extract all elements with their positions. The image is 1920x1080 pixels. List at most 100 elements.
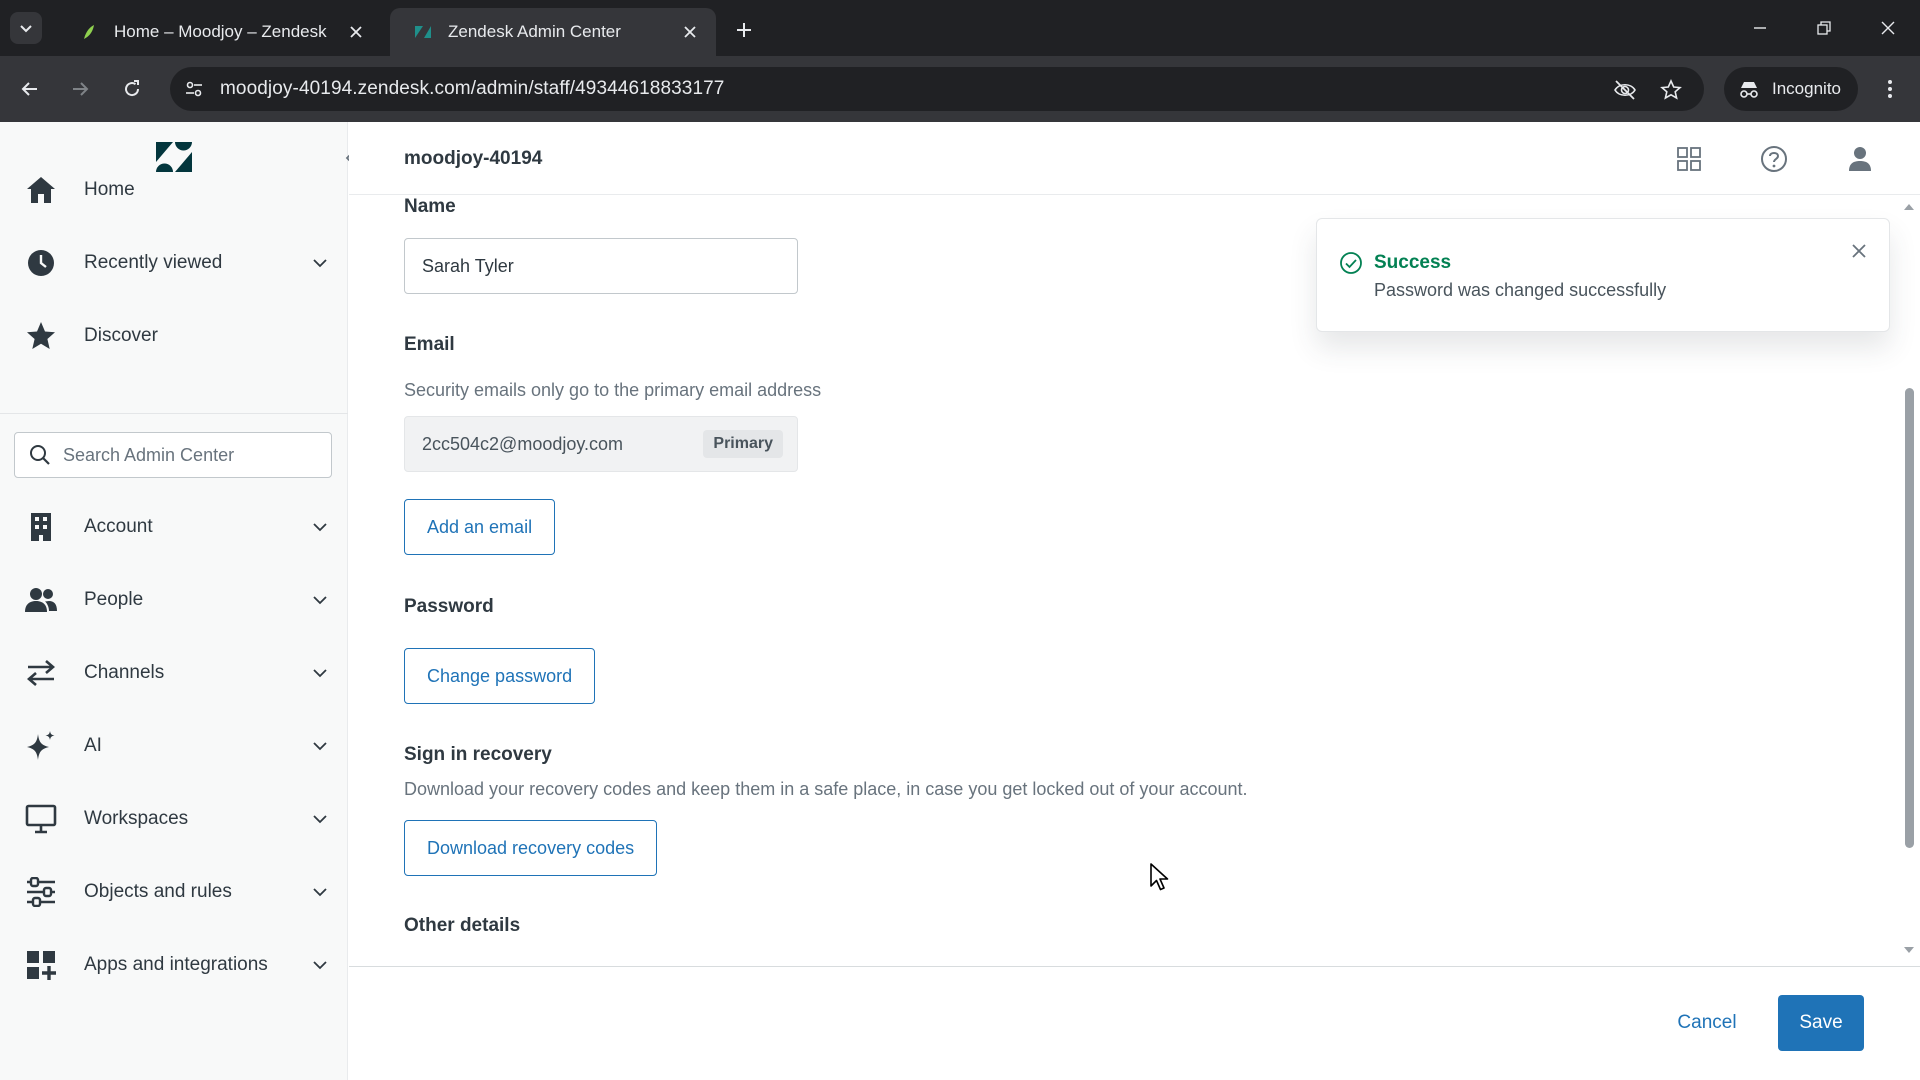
reload-icon <box>125 80 140 97</box>
incognito-label: Incognito <box>1772 79 1841 98</box>
sidebar-item-apps-and-integrations[interactable]: Apps and integrations <box>0 937 348 993</box>
tab-zendesk-admin-center[interactable]: Zendesk Admin Center <box>390 8 716 56</box>
objects-rules-icon <box>24 875 58 909</box>
change-password-button[interactable]: Change password <box>404 648 596 704</box>
chevron-down-icon <box>310 517 330 537</box>
reload-button[interactable] <box>116 73 148 105</box>
sidebar-item-label: People <box>84 589 144 610</box>
tab-home-moodjoy[interactable]: Home – Moodjoy – Zendesk <box>56 8 382 56</box>
search-icon <box>30 445 50 465</box>
close-icon[interactable] <box>680 22 700 42</box>
admin-search-field[interactable] <box>14 432 332 478</box>
notification-title: Success <box>1374 252 1452 273</box>
notification-message: Password was changed successfully <box>1374 280 1667 300</box>
primary-email-field: 2cc504c2@moodjoy.com Primary <box>404 416 798 472</box>
channels-icon <box>24 656 58 690</box>
form-footer: Cancel Save <box>349 966 1920 1080</box>
browser-menu-button[interactable] <box>1874 73 1906 105</box>
eye-slash-icon[interactable] <box>1612 77 1638 103</box>
scroll-down-icon[interactable] <box>1903 944 1915 956</box>
close-icon[interactable] <box>346 22 366 42</box>
sidebar-item-label: Workspaces <box>84 808 189 829</box>
help-icon <box>1761 146 1787 172</box>
download-recovery-codes-button[interactable]: Download recovery codes <box>404 820 658 876</box>
sidebar-item-label: Discover <box>84 325 158 346</box>
restore-icon <box>1817 21 1831 35</box>
cancel-button[interactable]: Cancel <box>1665 995 1749 1051</box>
building-icon <box>24 510 58 544</box>
more-vertical-icon <box>1888 80 1892 98</box>
window-close-button[interactable] <box>1868 12 1908 44</box>
arrow-left-icon <box>21 82 37 96</box>
email-label: Email <box>404 334 455 355</box>
minimize-icon <box>1754 27 1766 29</box>
chevron-down-icon <box>310 590 330 610</box>
forward-button[interactable] <box>64 73 96 105</box>
sidebar-item-recently-viewed[interactable]: Recently viewed <box>0 235 348 291</box>
plus-icon <box>737 23 751 37</box>
restore-button[interactable] <box>1804 12 1844 44</box>
bookmark-star-icon[interactable] <box>1658 77 1684 103</box>
search-input[interactable] <box>63 444 313 466</box>
product-tray-button[interactable] <box>1674 144 1704 174</box>
sign-in-recovery-label: Sign in recovery <box>404 744 552 765</box>
recovery-hint: Download your recovery codes and keep th… <box>404 779 1248 799</box>
add-email-button[interactable]: Add an email <box>404 499 556 555</box>
sidebar-item-ai[interactable]: AI <box>0 718 348 774</box>
account-subdomain: moodjoy-40194 <box>404 148 543 169</box>
chevron-down-icon <box>310 882 330 902</box>
chevron-down-icon <box>310 663 330 683</box>
check-circle-icon <box>1340 252 1362 274</box>
star-icon <box>24 319 58 353</box>
home-icon <box>24 173 58 207</box>
arrow-right-icon <box>73 82 89 96</box>
name-label: Name <box>404 196 456 217</box>
sidebar-item-workspaces[interactable]: Workspaces <box>0 791 348 847</box>
sidebar-item-label: AI <box>84 735 102 756</box>
address-bar[interactable]: moodjoy-40194.zendesk.com/admin/staff/49… <box>170 67 1704 111</box>
sidebar-item-label: Apps and integrations <box>84 954 268 975</box>
sidebar-item-channels[interactable]: Channels <box>0 645 348 701</box>
grid-icon <box>1677 147 1701 171</box>
site-settings-icon[interactable] <box>182 77 206 101</box>
tab-search-button[interactable] <box>10 12 42 44</box>
incognito-indicator[interactable]: Incognito <box>1724 67 1858 111</box>
chevron-down-icon <box>310 955 330 975</box>
admin-sidebar: Home Recently viewed Discover Account Pe… <box>0 122 354 1080</box>
main-scrollbar[interactable] <box>1898 196 1920 966</box>
user-icon <box>1849 147 1871 171</box>
scroll-up-icon[interactable] <box>1903 200 1915 212</box>
browser-tab-bar: Home – Moodjoy – Zendesk Zendesk Admin C… <box>0 0 1920 56</box>
chevron-down-icon <box>310 253 330 273</box>
name-field[interactable] <box>404 238 798 294</box>
user-profile-button[interactable] <box>1845 144 1875 174</box>
chevron-down-icon <box>310 736 330 756</box>
sidebar-item-account[interactable]: Account <box>0 499 348 555</box>
close-icon <box>1852 244 1866 258</box>
password-label: Password <box>404 596 494 617</box>
new-tab-button[interactable] <box>730 16 758 44</box>
sidebar-item-label: Objects and rules <box>84 881 232 902</box>
scrollbar-thumb[interactable] <box>1905 388 1914 848</box>
sidebar-divider <box>0 413 348 414</box>
email-value: 2cc504c2@moodjoy.com <box>422 433 624 454</box>
minimize-button[interactable] <box>1740 12 1780 44</box>
email-hint: Security emails only go to the primary e… <box>404 380 822 400</box>
close-notification-button[interactable] <box>1847 239 1871 263</box>
sidebar-item-label: Account <box>84 516 153 537</box>
sidebar-item-objects-and-rules[interactable]: Objects and rules <box>0 864 348 920</box>
sidebar-item-label: Channels <box>84 662 165 683</box>
sparkle-icon <box>24 729 58 763</box>
sidebar-item-people[interactable]: People <box>0 572 348 628</box>
chevron-down-icon <box>20 25 32 33</box>
people-icon <box>24 583 58 617</box>
sidebar-item-home[interactable]: Home <box>0 162 348 218</box>
sidebar-item-discover[interactable]: Discover <box>0 308 348 364</box>
zendesk-favicon-icon <box>415 26 431 38</box>
help-button[interactable] <box>1759 144 1789 174</box>
url-text[interactable]: moodjoy-40194.zendesk.com/admin/staff/49… <box>220 78 724 100</box>
sidebar-item-label: Home <box>84 179 135 200</box>
chevron-down-icon <box>310 809 330 829</box>
back-button[interactable] <box>14 73 46 105</box>
save-button[interactable]: Save <box>1778 995 1864 1051</box>
